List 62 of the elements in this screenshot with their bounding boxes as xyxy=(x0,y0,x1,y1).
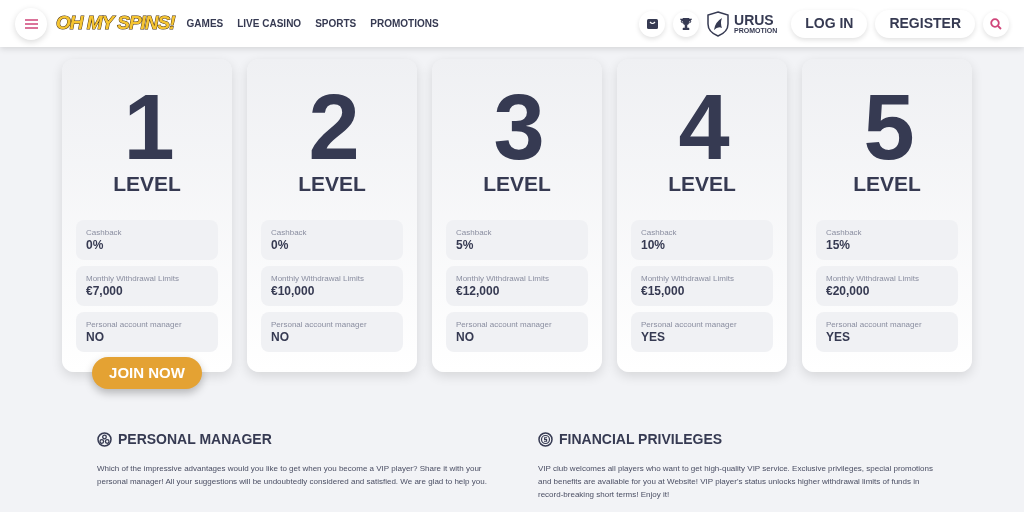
stat-label: Cashback xyxy=(271,227,308,238)
level-number: 3 xyxy=(493,87,541,167)
stat-value: €7,000 xyxy=(86,284,124,299)
level-number: 4 xyxy=(678,87,726,167)
nav-link[interactable]: GAMES xyxy=(186,16,224,31)
stat-value: NO xyxy=(456,330,475,345)
level-label: LEVEL xyxy=(113,173,181,194)
stat-label: Cashback xyxy=(641,227,678,238)
bag-icon xyxy=(646,18,658,29)
nav-link[interactable]: PROMOTIONS xyxy=(370,16,439,31)
stat-label: Cashback xyxy=(456,227,493,238)
stat-label: Monthly Withdrawal Limits xyxy=(86,273,180,284)
coin-icon xyxy=(538,432,553,447)
bag-button[interactable] xyxy=(639,10,665,37)
stat-value: YES xyxy=(826,330,851,345)
section-text: VIP club welcomes all players who want to get high-quality VIP service. Exclusive privileges, special promotions and benefits are available for you at Website! VIP player's status unlocks higher withdrawal limits of funds in record-breaking short terms! Enjoy it! xyxy=(538,463,934,501)
stat-label: Personal account manager xyxy=(826,319,923,330)
stat-value: €15,000 xyxy=(641,284,686,299)
nav-link[interactable]: SPORTS xyxy=(315,16,357,31)
level-number: 1 xyxy=(123,87,171,167)
section-text: Which of the impressive advantages would you like to get when you become a VIP player? Share it with your personal manager! All your suggestions will be undoubtedly considered and satisfied. We are glad to help you. xyxy=(97,463,488,488)
stat-label: Monthly Withdrawal Limits xyxy=(271,273,365,284)
stat-value: 5% xyxy=(456,238,475,253)
stat-label: Personal account manager xyxy=(456,319,553,330)
stat-value: 0% xyxy=(271,238,290,253)
level-label: LEVEL xyxy=(483,173,551,194)
trophy-icon xyxy=(680,17,692,30)
stat-value: €10,000 xyxy=(271,284,316,299)
stat-value: €12,000 xyxy=(456,284,501,299)
level-label: LEVEL xyxy=(298,173,366,194)
stat-value: €20,000 xyxy=(826,284,871,299)
partner-name: URUS xyxy=(734,13,775,27)
stat-value: 0% xyxy=(86,238,105,253)
search-icon xyxy=(990,17,1002,30)
login-button[interactable]: LOG IN xyxy=(791,9,868,38)
stat-label: Personal account manager xyxy=(271,319,368,330)
stat-label: Personal account manager xyxy=(641,319,738,330)
trophy-button[interactable] xyxy=(673,10,699,37)
stat-value: 10% xyxy=(641,238,667,253)
level-number: 2 xyxy=(308,87,356,167)
stat-label: Cashback xyxy=(86,227,123,238)
stat-label: Monthly Withdrawal Limits xyxy=(456,273,550,284)
level-label: LEVEL xyxy=(668,173,736,194)
people-icon xyxy=(97,432,112,447)
stat-label: Monthly Withdrawal Limits xyxy=(641,273,735,284)
menu-icon xyxy=(24,18,38,29)
register-button[interactable]: REGISTER xyxy=(875,9,975,38)
level-number: 5 xyxy=(863,87,911,167)
stat-value: NO xyxy=(86,330,105,345)
stat-value: YES xyxy=(641,330,666,345)
stat-label: Monthly Withdrawal Limits xyxy=(826,273,920,284)
section-title: FINANCIAL PRIVILEGES xyxy=(559,430,723,449)
search-button[interactable] xyxy=(983,10,1009,37)
stat-value: 15% xyxy=(826,238,852,253)
shield-icon[interactable] xyxy=(707,10,729,37)
stat-label: Personal account manager xyxy=(86,319,183,330)
stat-label: Cashback xyxy=(826,227,863,238)
level-label: LEVEL xyxy=(853,173,921,194)
section-title: PERSONAL MANAGER xyxy=(118,430,272,449)
menu-button[interactable] xyxy=(15,7,47,40)
nav-link[interactable]: LIVE CASINO xyxy=(237,16,302,31)
stat-value: NO xyxy=(271,330,290,345)
